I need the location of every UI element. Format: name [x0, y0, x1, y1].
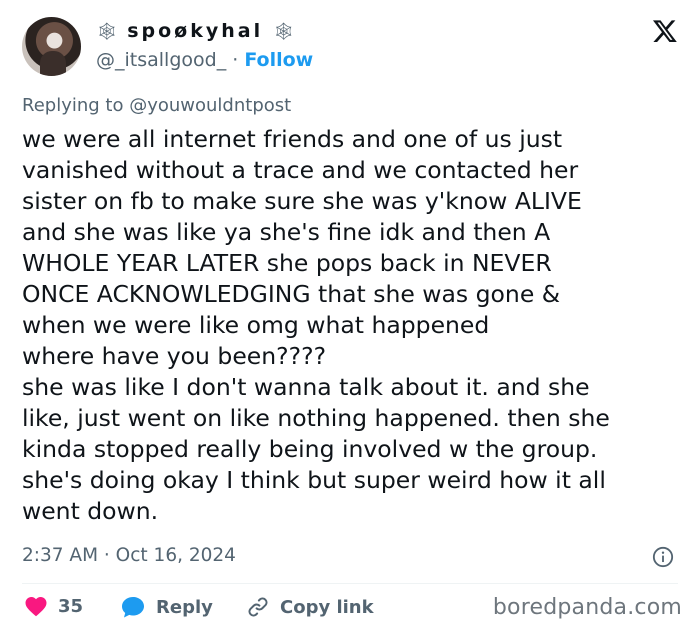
reply-button[interactable]: Reply — [120, 595, 213, 619]
tweet-header: 🕸 spoøkyhal 🕸 @_itsallgood_ · Follow — [22, 16, 682, 78]
tweet-line: she's doing okay I think but super weird… — [22, 466, 606, 494]
reply-label: Reply — [156, 596, 213, 618]
tweet-text: we were all internet friends and one of … — [22, 124, 692, 527]
heart-icon — [25, 597, 47, 617]
avatar[interactable] — [22, 17, 81, 76]
spiderweb-icon: 🕸 — [272, 22, 295, 42]
copy-link-label: Copy link — [280, 596, 374, 618]
tweet-line: sister on fb to make sure she was y'know… — [22, 187, 582, 215]
tweet-line: and she was like ya she's fine idk and t… — [22, 218, 551, 246]
tweet-line: where have you been???? — [22, 342, 327, 370]
display-name-text: spoøkyhal — [127, 20, 264, 42]
x-logo-icon[interactable] — [652, 18, 678, 44]
tweet-timestamp[interactable]: 2:37 AM · Oct 16, 2024 — [22, 545, 236, 566]
tweet-line: ONCE ACKNOWLEDGING that she was gone & — [22, 280, 561, 308]
divider — [22, 583, 678, 584]
watermark: boredpanda.com — [492, 595, 682, 620]
user-handle[interactable]: @_itsallgood_ — [96, 49, 226, 71]
replying-to: Replying to @youwouldntpost — [22, 95, 291, 116]
like-count: 35 — [58, 595, 84, 617]
separator-dot: · — [232, 49, 239, 71]
copy-link-button[interactable]: Copy link — [246, 595, 374, 619]
link-icon — [248, 597, 268, 617]
display-name[interactable]: 🕸 spoøkyhal 🕸 — [96, 20, 294, 42]
tweet-line: kinda stopped really being involved w th… — [22, 435, 598, 463]
reply-bubble-icon — [122, 597, 144, 618]
tweet-line: when we were like omg what happened — [22, 311, 490, 339]
tweet-line: WHOLE YEAR LATER she pops back in NEVER — [22, 249, 552, 277]
tweet-line: vanished without a trace and we contacte… — [22, 156, 579, 184]
like-button[interactable]: 35 — [24, 595, 83, 617]
action-bar: 35 Reply Copy link boredpanda.com — [22, 595, 682, 625]
tweet-line: she was like I don't wanna talk about it… — [22, 373, 590, 401]
replying-to-prefix: Replying to — [22, 95, 124, 116]
follow-button[interactable]: Follow — [244, 49, 313, 71]
replying-to-handle[interactable]: @youwouldntpost — [129, 95, 291, 116]
spiderweb-icon: 🕸 — [96, 22, 118, 42]
info-icon[interactable] — [652, 546, 674, 568]
tweet-line: like, just went on like nothing happened… — [22, 404, 610, 432]
tweet-line: we were all internet friends and one of … — [22, 125, 563, 153]
tweet-line: went down. — [22, 497, 159, 525]
handle-row: @_itsallgood_ · Follow — [96, 49, 313, 71]
